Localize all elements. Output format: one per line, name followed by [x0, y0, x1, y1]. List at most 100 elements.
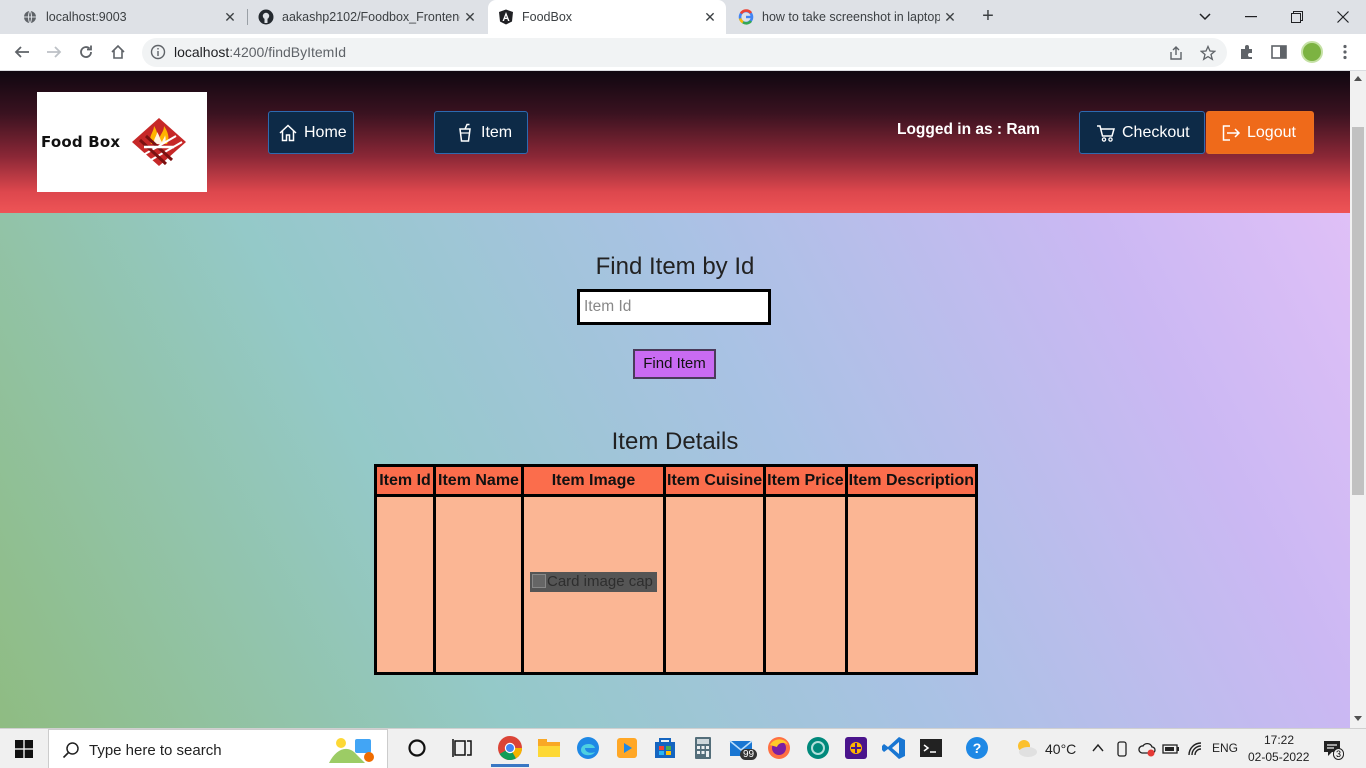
- calculator-icon[interactable]: [690, 735, 716, 761]
- logged-in-status: Logged in as : Ram: [897, 121, 1040, 138]
- tab-search-button[interactable]: [1182, 0, 1228, 34]
- taskbar-search-box[interactable]: Type here to search: [48, 729, 388, 768]
- table-row: Card image cap: [374, 494, 978, 675]
- close-tab-icon[interactable]: ✕: [222, 9, 238, 25]
- checkout-label: Checkout: [1122, 123, 1190, 141]
- page-scrollbar[interactable]: [1350, 71, 1366, 728]
- column-header: Item Description: [844, 464, 978, 497]
- close-window-button[interactable]: [1320, 0, 1366, 34]
- windows-logo-icon: [15, 740, 33, 758]
- taskbar-search-placeholder: Type here to search: [89, 742, 222, 759]
- weather-temperature: 40°C: [1045, 741, 1077, 757]
- restore-icon: [1291, 11, 1303, 23]
- column-header: Item Name: [433, 464, 524, 497]
- item-nav-label: Item: [481, 123, 513, 141]
- mail-badge: 99: [740, 749, 758, 760]
- notifications-button[interactable]: 3: [1322, 739, 1345, 760]
- item-cuisine-cell: [662, 494, 767, 675]
- task-view-icon[interactable]: [450, 735, 476, 761]
- logout-label: Logout: [1247, 123, 1296, 141]
- info-icon[interactable]: [150, 44, 166, 60]
- chrome-taskbar-icon[interactable]: [491, 735, 529, 767]
- wifi-icon[interactable]: [1187, 741, 1205, 757]
- store-icon[interactable]: [652, 735, 678, 761]
- url-text: localhost:4200/findByItemId: [174, 44, 347, 60]
- home-nav-button[interactable]: Home: [268, 111, 354, 154]
- item-details-table: Item Id Item Name Item Image Item Cuisin…: [374, 464, 978, 675]
- minimize-button[interactable]: [1228, 0, 1274, 34]
- notification-count: 3: [1333, 748, 1345, 760]
- item-details-heading: Item Details: [611, 428, 739, 455]
- close-tab-icon[interactable]: ✕: [462, 9, 478, 25]
- search-icon: [62, 742, 79, 759]
- app-header: Food Box Home Item Logged in as : Ram Ch…: [0, 71, 1350, 213]
- onedrive-icon[interactable]: [1138, 741, 1156, 757]
- tab-title: localhost:9003: [46, 10, 127, 24]
- item-nav-button[interactable]: Item: [434, 111, 528, 154]
- app-circle-icon[interactable]: [805, 735, 831, 761]
- find-item-button[interactable]: Find Item: [633, 349, 716, 379]
- foodbox-logo[interactable]: Food Box: [37, 92, 207, 192]
- profile-avatar[interactable]: [1301, 41, 1323, 63]
- windows-taskbar: Type here to search 99 ? 40°C ENG 17:22 …: [0, 728, 1366, 768]
- svg-text:?: ?: [973, 740, 982, 756]
- firefox-icon[interactable]: [766, 735, 792, 761]
- logo-text: Food Box: [41, 133, 121, 151]
- more-menu-icon[interactable]: [1336, 43, 1354, 61]
- help-icon[interactable]: ?: [964, 735, 990, 761]
- browser-tab-github[interactable]: aakashp2102/Foodbox_Frontend ✕: [248, 0, 486, 34]
- language-indicator[interactable]: ENG: [1212, 741, 1238, 755]
- mail-icon[interactable]: 99: [728, 735, 758, 761]
- item-id-input[interactable]: [577, 289, 771, 325]
- device-icon[interactable]: [1115, 741, 1129, 757]
- restore-button[interactable]: [1274, 0, 1320, 34]
- broken-item-image: Card image cap: [530, 572, 657, 592]
- scroll-up-arrow[interactable]: [1354, 76, 1362, 81]
- cortana-icon[interactable]: [404, 735, 430, 761]
- logout-icon: [1222, 124, 1241, 141]
- browser-toolbar: localhost:4200/findByItemId: [0, 34, 1366, 71]
- back-button[interactable]: [10, 40, 34, 64]
- clock-date[interactable]: 02-05-2022: [1248, 750, 1309, 764]
- item-image-cell: Card image cap: [521, 494, 666, 675]
- home-icon: [279, 123, 297, 141]
- minimize-icon: [1245, 16, 1257, 18]
- media-player-icon[interactable]: [614, 735, 640, 761]
- close-tab-icon[interactable]: ✕: [942, 9, 958, 25]
- edge-icon[interactable]: [575, 735, 601, 761]
- terminal-icon[interactable]: [918, 735, 944, 761]
- star-icon[interactable]: [1200, 45, 1216, 61]
- checkout-button[interactable]: Checkout: [1079, 111, 1205, 154]
- sidebar-icon[interactable]: [1270, 43, 1288, 61]
- game-app-icon[interactable]: [843, 735, 869, 761]
- start-button[interactable]: [0, 729, 48, 768]
- logout-button[interactable]: Logout: [1206, 111, 1314, 154]
- column-header: Item Cuisine: [662, 464, 767, 497]
- extensions-icon[interactable]: [1238, 43, 1256, 61]
- scroll-down-arrow[interactable]: [1354, 716, 1362, 721]
- forward-button[interactable]: [42, 40, 66, 64]
- column-header: Item Image: [521, 464, 666, 497]
- share-icon[interactable]: [1168, 45, 1184, 61]
- file-explorer-icon[interactable]: [536, 735, 562, 761]
- cup-icon: [459, 123, 471, 142]
- reload-button[interactable]: [74, 40, 98, 64]
- vscode-icon[interactable]: [881, 735, 907, 761]
- browser-tab-localhost9003[interactable]: localhost:9003 ✕: [8, 0, 246, 34]
- globe-icon: [22, 9, 38, 25]
- battery-icon[interactable]: [1162, 741, 1180, 757]
- scrollbar-thumb[interactable]: [1352, 127, 1364, 495]
- tab-title: how to take screenshot in laptop: [762, 10, 940, 24]
- browser-tab-foodbox[interactable]: FoodBox ✕: [488, 0, 726, 34]
- item-name-cell: [433, 494, 524, 675]
- address-bar[interactable]: localhost:4200/findByItemId: [142, 38, 1227, 67]
- column-header: Item Price: [763, 464, 848, 497]
- clock-time[interactable]: 17:22: [1264, 733, 1294, 747]
- home-button[interactable]: [106, 40, 130, 64]
- search-highlight-icon: [329, 738, 374, 763]
- browser-tab-google[interactable]: how to take screenshot in laptop ✕: [728, 0, 966, 34]
- tab-title: FoodBox: [522, 10, 573, 24]
- new-tab-button[interactable]: +: [976, 5, 1000, 29]
- chevron-up-icon[interactable]: [1092, 743, 1104, 753]
- close-tab-icon[interactable]: ✕: [702, 9, 718, 25]
